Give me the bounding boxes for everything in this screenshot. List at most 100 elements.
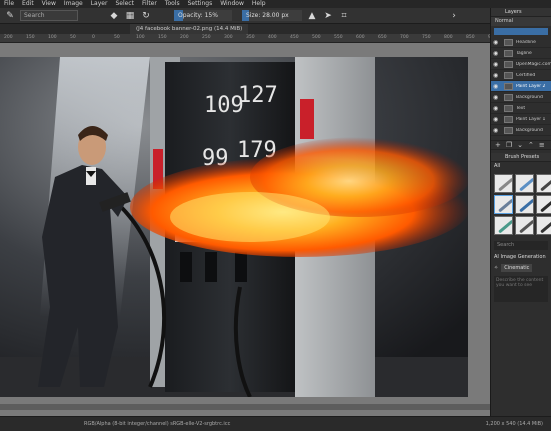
magic-wand-icon[interactable]: ✧ [494, 265, 498, 271]
menu-select[interactable]: Select [111, 0, 138, 8]
brush-preset[interactable] [536, 216, 551, 235]
layer-row[interactable]: ◉ Text [491, 103, 551, 114]
ruler-tick-label: 550 [334, 35, 343, 40]
ruler-tick-label: 0 [92, 35, 95, 40]
layers-header: Layers [491, 8, 551, 17]
opacity-slider[interactable]: Opacity: 15% [174, 10, 232, 21]
size-label: Size: 28.00 px [246, 12, 289, 19]
brush-preset[interactable] [515, 174, 534, 193]
menu-tools[interactable]: Tools [161, 0, 184, 8]
brush-preset-icon[interactable]: ✎ [4, 10, 16, 22]
ruler-tick-label: 800 [444, 35, 453, 40]
menu-filter[interactable]: Filter [138, 0, 161, 8]
layer-row[interactable]: ◉ OpenMagic.com [491, 59, 551, 70]
brush-preset-search[interactable]: Search [20, 10, 78, 21]
add-layer-icon[interactable]: + [495, 141, 501, 149]
eraser-icon[interactable]: ◆ [108, 10, 120, 22]
brush-preset[interactable] [536, 195, 551, 214]
ruler-tick-label: 100 [136, 35, 145, 40]
brush-presets-header: Brush Presets [491, 153, 551, 162]
ruler-tick-label: 750 [422, 35, 431, 40]
layer-opacity-slider[interactable] [494, 28, 548, 35]
layer-name: Paint Layer 1 [516, 116, 546, 122]
reload-preset-icon[interactable]: ↻ [140, 10, 152, 22]
ruler-tick-label: 300 [224, 35, 233, 40]
layer-name: OpenMagic.com [515, 61, 551, 67]
eye-icon[interactable]: ◉ [493, 72, 501, 79]
layer-thumbnail [504, 93, 513, 101]
layer-row[interactable]: ◉ Tagline [491, 48, 551, 59]
mirror-icon[interactable]: ▲ [306, 10, 318, 22]
document-tab[interactable]: (J4 facebook banner-02.png (14.4 MiB) [130, 24, 249, 34]
prompt-input[interactable]: Describe the content you want to see [494, 276, 548, 302]
layer-name: Headline [516, 39, 536, 45]
layer-row[interactable]: ◉ Background [491, 125, 551, 136]
ruler-tick-label: 650 [378, 35, 387, 40]
eye-icon[interactable]: ◉ [493, 61, 501, 68]
eye-icon[interactable]: ◉ [493, 105, 501, 112]
canvas-image[interactable]: 109 127 99 179 [0, 57, 468, 397]
layer-name: Background [516, 94, 543, 100]
brush-preset-selected[interactable] [494, 195, 513, 214]
color-space-label: RGB/Alpha (8-bit integer/channel) sRGB-e… [84, 421, 231, 427]
tool-options-bar: ✎ Search ◆ ▦ ↻ Opacity: 15% Size: 28.00 … [0, 8, 551, 24]
menu-settings[interactable]: Settings [184, 0, 217, 8]
alpha-lock-icon[interactable]: ▦ [124, 10, 136, 22]
horizontal-scrollbar[interactable] [0, 404, 490, 410]
ruler-tick-label: 350 [246, 35, 255, 40]
duplicate-layer-icon[interactable]: ❐ [506, 141, 512, 149]
layer-row[interactable]: ◉ Background [491, 92, 551, 103]
layer-row[interactable]: ◉ Certified [491, 70, 551, 81]
blend-mode-select[interactable]: Normal [491, 17, 551, 26]
crop-icon[interactable]: ⌗ [338, 10, 350, 22]
brush-tag-filter[interactable]: All [491, 162, 551, 171]
brush-search-input[interactable]: Search [494, 241, 548, 250]
menu-help[interactable]: Help [248, 0, 270, 8]
layer-name: Text [516, 105, 526, 111]
menu-file[interactable]: File [0, 0, 18, 8]
ruler-tick-label: 500 [312, 35, 321, 40]
style-select[interactable]: Cinematic [501, 263, 533, 272]
ai-tools-row: ✧ Cinematic [491, 262, 551, 273]
menu-layer[interactable]: Layer [87, 0, 112, 8]
ruler-tick-label: 100 [48, 35, 57, 40]
menu-image[interactable]: Image [60, 0, 87, 8]
menu-view[interactable]: View [38, 0, 60, 8]
document-tab-bar: (J4 facebook banner-02.png (14.4 MiB) [0, 24, 490, 34]
ruler-tick-label: 600 [356, 35, 365, 40]
wrap-icon[interactable]: ➤ [322, 10, 334, 22]
krita-window: File Edit View Image Layer Select Filter… [0, 0, 551, 431]
brush-preset[interactable] [536, 174, 551, 193]
brush-preset[interactable] [515, 216, 534, 235]
right-docker-panel: Layers Normal ◉ Headline ◉ Tagline ◉ OpenMa… [490, 8, 551, 416]
eye-icon[interactable]: ◉ [493, 39, 501, 46]
move-up-icon[interactable]: ⌃ [528, 141, 534, 149]
ai-panel-title: AI Image Generation [494, 254, 546, 260]
layer-thumbnail [504, 71, 513, 79]
move-down-icon[interactable]: ⌄ [517, 141, 523, 149]
menu-edit[interactable]: Edit [18, 0, 38, 8]
eye-icon[interactable]: ◉ [493, 83, 501, 90]
chevron-right-icon[interactable]: › [448, 10, 460, 22]
eye-icon[interactable]: ◉ [493, 116, 501, 123]
ruler-tick-label: 200 [180, 35, 189, 40]
price-digit-2: 127 [238, 83, 278, 108]
brush-preset[interactable] [494, 174, 513, 193]
layer-row-selected[interactable]: ◉ Paint Layer 2 [491, 81, 551, 92]
nozzle-2 [205, 252, 217, 282]
brush-preset[interactable] [494, 216, 513, 235]
menu-window[interactable]: Window [216, 0, 248, 8]
eye-icon[interactable]: ◉ [493, 127, 501, 134]
nozzle-3 [235, 252, 247, 282]
layer-row[interactable]: ◉ Paint Layer 1 [491, 114, 551, 125]
layer-row[interactable]: ◉ Headline [491, 37, 551, 48]
eye-icon[interactable]: ◉ [493, 50, 501, 57]
eye-icon[interactable]: ◉ [493, 94, 501, 101]
layer-name: Background [516, 127, 543, 133]
brush-preset[interactable] [515, 195, 534, 214]
properties-icon[interactable]: ≡ [539, 141, 545, 149]
layer-tools-bar: + ❐ ⌄ ⌃ ≡ [491, 140, 551, 150]
ruler-tick-label: 400 [268, 35, 277, 40]
size-slider[interactable]: Size: 28.00 px [242, 10, 302, 21]
layer-thumbnail [504, 82, 513, 90]
